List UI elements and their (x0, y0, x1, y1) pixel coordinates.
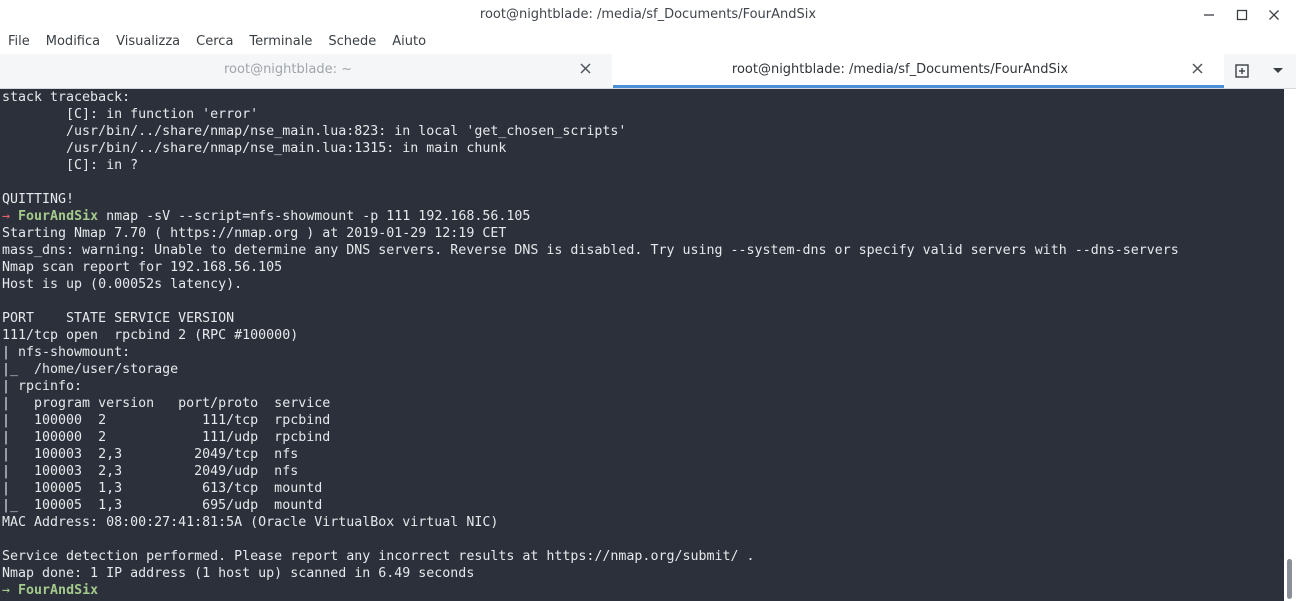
prompt-arrow-icon: → (2, 583, 11, 598)
window-title: root@nightblade: /media/sf_Documents/Fou… (479, 7, 817, 22)
output-line: /usr/bin/../share/nmap/nse_main.lua:823:… (2, 124, 627, 139)
output-line: /usr/bin/../share/nmap/nse_main.lua:1315… (2, 141, 507, 156)
menu-visualizza[interactable]: Visualizza (108, 30, 188, 54)
output-line: |_ /home/user/storage (2, 362, 179, 377)
output-line: | 100000 2 111/udp rpcbind (2, 430, 331, 445)
output-line: | nfs-showmount: (2, 345, 131, 360)
menu-schede[interactable]: Schede (320, 30, 384, 54)
tab-list-dropdown[interactable] (1264, 58, 1292, 84)
output-line: Service detection performed. Please repo… (2, 549, 755, 564)
output-line: MAC Address: 08:00:27:41:81:5A (Oracle V… (2, 515, 499, 530)
menu-bar: File Modifica Visualizza Cerca Terminale… (0, 30, 1296, 54)
terminal-text: stack traceback: [C]: in function 'error… (2, 89, 1179, 599)
new-tab-icon (1235, 64, 1249, 78)
output-line: |_ 100005 1,3 695/udp mountd (2, 498, 323, 513)
active-tab-indicator (613, 85, 1224, 88)
prompt-directory: FourAndSix (18, 583, 99, 598)
menu-aiuto[interactable]: Aiuto (384, 30, 434, 54)
output-line: | 100003 2,3 2049/tcp nfs (2, 447, 299, 462)
output-line: stack traceback: (2, 90, 131, 105)
menu-terminale[interactable]: Terminale (241, 30, 320, 54)
prompt-arrow-icon: → (2, 209, 11, 224)
title-bar: root@nightblade: /media/sf_Documents/Fou… (0, 0, 1296, 30)
tab-close-button[interactable] (1190, 61, 1204, 75)
minimize-icon (1204, 14, 1214, 16)
tab-bar: root@nightblade: ~ root@nightblade: /med… (0, 54, 1296, 89)
output-line: | rpcinfo: (2, 379, 83, 394)
tab-home[interactable]: root@nightblade: ~ (0, 54, 612, 88)
close-icon (1269, 10, 1279, 20)
output-line: | 100003 2,3 2049/udp nfs (2, 464, 299, 479)
scrollbar-thumb[interactable] (1287, 559, 1292, 599)
minimize-button[interactable] (1193, 0, 1225, 30)
close-window-button[interactable] (1258, 0, 1290, 30)
output-line: 111/tcp open rpcbind 2 (RPC #100000) (2, 328, 299, 343)
prompt-line: → FourAndSix (2, 582, 1179, 599)
output-line: [C]: in ? (2, 158, 139, 173)
scrollbar[interactable] (1284, 89, 1296, 601)
output-line: Nmap done: 1 IP address (1 host up) scan… (2, 566, 475, 581)
output-line: QUITTING! (2, 192, 75, 207)
maximize-button[interactable] (1226, 0, 1258, 30)
tab-close-button[interactable] (578, 61, 592, 75)
output-line: Nmap scan report for 192.168.56.105 (2, 260, 283, 275)
output-line: Host is up (0.00052s latency). (2, 277, 243, 292)
maximize-icon (1236, 9, 1248, 21)
prompt-command: nmap -sV --script=nfs-showmount -p 111 1… (98, 209, 531, 224)
tab-label: root@nightblade: ~ (224, 62, 352, 77)
output-line: | 100000 2 111/tcp rpcbind (2, 413, 331, 428)
close-icon (579, 62, 591, 74)
chevron-down-icon (1273, 68, 1283, 73)
output-line: | 100005 1,3 613/tcp mountd (2, 481, 323, 496)
menu-file[interactable]: File (0, 30, 38, 54)
terminal-output[interactable]: stack traceback: [C]: in function 'error… (0, 89, 1284, 601)
prompt-line: → FourAndSix nmap -sV --script=nfs-showm… (2, 208, 1179, 225)
output-line: Starting Nmap 7.70 ( https://nmap.org ) … (2, 226, 507, 241)
tab-fourandsix[interactable]: root@nightblade: /media/sf_Documents/Fou… (612, 54, 1224, 88)
output-line: PORT STATE SERVICE VERSION (2, 311, 235, 326)
output-line: [C]: in function 'error' (2, 107, 259, 122)
menu-cerca[interactable]: Cerca (188, 30, 241, 54)
menu-modifica[interactable]: Modifica (38, 30, 108, 54)
output-line: | program version port/proto service (2, 396, 331, 411)
prompt-directory: FourAndSix (18, 209, 99, 224)
tab-label: root@nightblade: /media/sf_Documents/Fou… (731, 62, 1069, 77)
new-tab-button[interactable] (1228, 58, 1256, 84)
close-icon (1191, 62, 1203, 74)
output-line: mass_dns: warning: Unable to determine a… (2, 243, 1179, 258)
